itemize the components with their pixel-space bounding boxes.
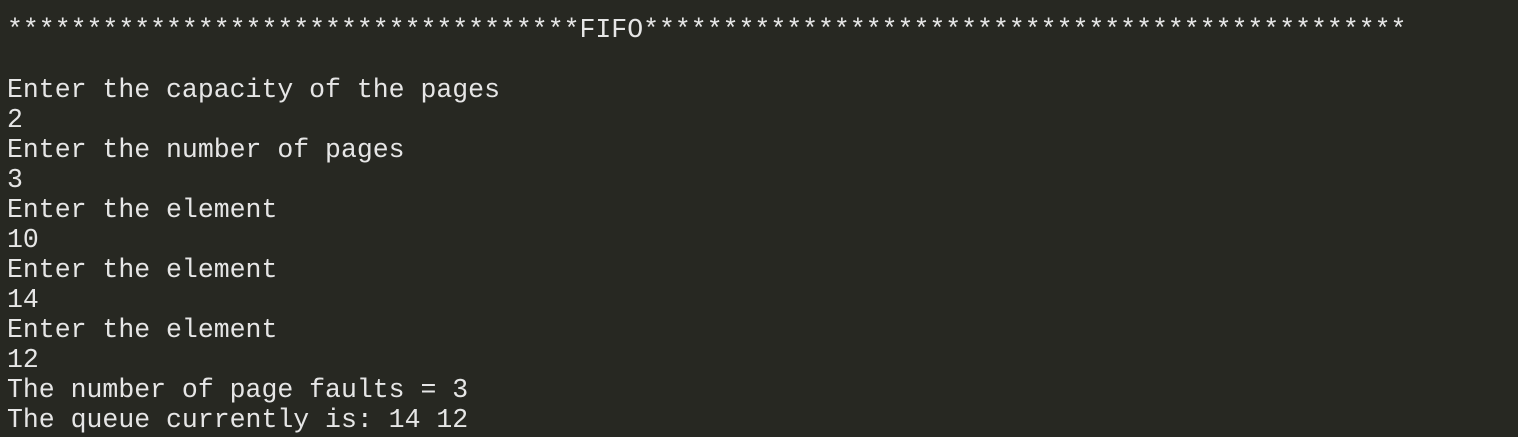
queue-result: The queue currently is: 14 12 bbox=[7, 405, 469, 435]
input-capacity: 2 bbox=[7, 105, 23, 135]
input-element: 10 bbox=[7, 225, 39, 255]
terminal-output: ************************************FIFO… bbox=[0, 0, 1518, 437]
fifo-banner: ************************************FIFO… bbox=[7, 15, 1407, 45]
input-element: 14 bbox=[7, 285, 39, 315]
prompt-element: Enter the element bbox=[7, 315, 278, 345]
input-number-of-pages: 3 bbox=[7, 165, 23, 195]
prompt-capacity: Enter the capacity of the pages bbox=[7, 75, 500, 105]
input-element: 12 bbox=[7, 345, 39, 375]
prompt-element: Enter the element bbox=[7, 195, 278, 225]
prompt-number-of-pages: Enter the number of pages bbox=[7, 135, 405, 165]
prompt-element: Enter the element bbox=[7, 255, 278, 285]
page-faults-result: The number of page faults = 3 bbox=[7, 375, 469, 405]
